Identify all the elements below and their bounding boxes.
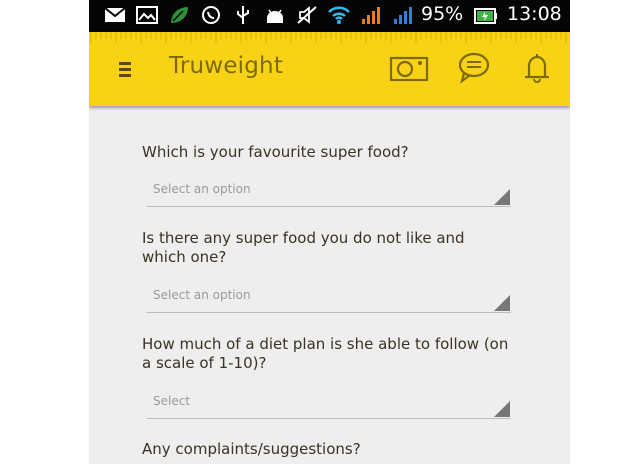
camera-button[interactable]: [389, 50, 429, 86]
chat-icon: [458, 52, 490, 84]
dropdown-arrow-icon: [494, 401, 510, 417]
signal-icon-2: [391, 5, 415, 25]
phone-screen: 95% 13:08 Truweight Which is your favour…: [89, 0, 570, 464]
select-placeholder: Select an option: [153, 288, 251, 302]
notifications-button[interactable]: [517, 50, 557, 86]
dropdown-arrow-icon: [494, 189, 510, 205]
android-icon: [263, 5, 287, 25]
menu-button[interactable]: [115, 54, 135, 84]
question-label-1: Which is your favourite super food?: [142, 143, 409, 161]
notification-icons: [103, 5, 423, 25]
dropdown-arrow-icon: [494, 295, 510, 311]
battery-icon: [474, 7, 498, 25]
favourite-superfood-select[interactable]: Select an option: [147, 178, 511, 207]
question-label-3: How much of a diet plan is she able to f…: [142, 335, 509, 372]
bell-icon: [525, 54, 549, 83]
image-icon: [135, 5, 159, 25]
whatsapp-icon: [199, 5, 223, 25]
wifi-icon: [327, 5, 351, 25]
disliked-superfood-select[interactable]: Select an option: [147, 284, 511, 313]
select-placeholder: Select an option: [153, 182, 251, 196]
camera-icon: [389, 56, 429, 82]
chat-button[interactable]: [454, 50, 494, 86]
gmail-icon: [103, 5, 127, 25]
question-label-4: Any complaints/suggestions?: [142, 440, 361, 458]
signal-icon-1: [359, 5, 383, 25]
leaf-icon: [167, 5, 191, 25]
diet-plan-scale-select[interactable]: Select: [147, 390, 511, 419]
usb-icon: [231, 5, 255, 25]
battery-percent: 95%: [421, 3, 464, 25]
status-bar: 95% 13:08: [89, 0, 570, 32]
menu-icon: [119, 62, 131, 77]
clock: 13:08: [507, 3, 562, 25]
app-toolbar: Truweight: [89, 32, 570, 106]
ruler-pattern: [90, 32, 567, 43]
question-label-2: Is there any super food you do not like …: [142, 229, 465, 266]
mute-icon: [295, 5, 319, 25]
select-placeholder: Select: [153, 394, 191, 408]
app-title: Truweight: [169, 53, 284, 79]
